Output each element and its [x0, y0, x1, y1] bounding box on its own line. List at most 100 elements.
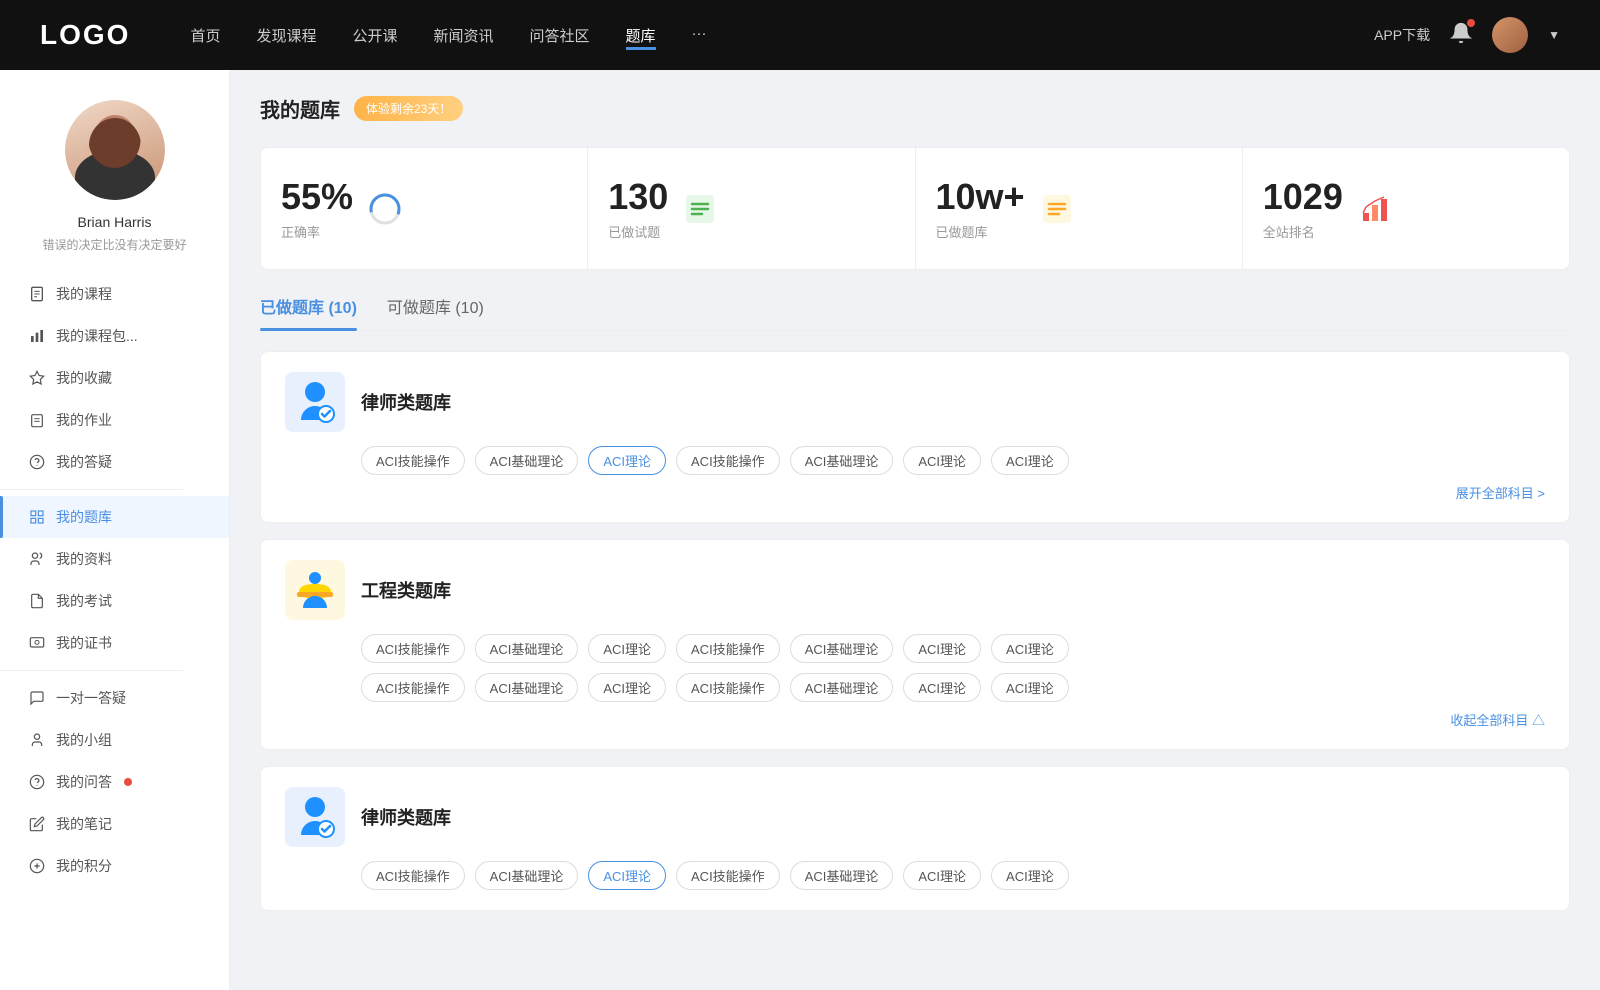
nav-qbank[interactable]: 题库 [626, 21, 656, 50]
sidebar-item-points-label: 我的积分 [56, 856, 112, 876]
sidebar-item-my-qbank[interactable]: 我的题库 [0, 496, 229, 538]
tag-eng-r2-0[interactable]: ACI技能操作 [361, 673, 465, 702]
collapse-engineer[interactable]: 收起全部科目 △ [285, 710, 1545, 729]
page-header: 我的题库 体验剩余23天！ [260, 94, 1570, 123]
sidebar-item-my-qa[interactable]: 我的答疑 [0, 441, 229, 483]
sidebar-item-answers-label: 我的问答 [56, 772, 112, 792]
sidebar-item-homework-label: 我的作业 [56, 410, 112, 430]
list-green-icon [682, 191, 718, 227]
stat-correct-rate-number: 55% [281, 176, 353, 218]
app-download-link[interactable]: APP下载 [1374, 25, 1430, 45]
qbank-card-header-2: 工程类题库 [285, 560, 1545, 620]
sidebar-item-my-answers[interactable]: 我的问答 [0, 761, 229, 803]
tag-lawyer2-5[interactable]: ACI理论 [903, 861, 981, 890]
user-avatar[interactable] [1492, 17, 1528, 53]
qbank-tags-engineer-row1: ACI技能操作 ACI基础理论 ACI理论 ACI技能操作 ACI基础理论 AC… [361, 634, 1545, 663]
tag-eng-r2-2[interactable]: ACI理论 [588, 673, 666, 702]
stat-site-rank-number: 1029 [1263, 176, 1343, 218]
nav-open-course[interactable]: 公开课 [352, 21, 397, 50]
sidebar-item-my-profile[interactable]: 我的资料 [0, 538, 229, 580]
certificate-icon [28, 634, 46, 652]
notes-icon [28, 815, 46, 833]
tag-eng-r2-6[interactable]: ACI理论 [991, 673, 1069, 702]
tag-lawyer2-3[interactable]: ACI技能操作 [676, 861, 780, 890]
tag-eng-r2-5[interactable]: ACI理论 [903, 673, 981, 702]
grid-icon [28, 508, 46, 526]
tag-eng-5[interactable]: ACI理论 [903, 634, 981, 663]
sidebar-item-my-exam[interactable]: 我的考试 [0, 580, 229, 622]
sidebar-item-my-points[interactable]: 我的积分 [0, 845, 229, 887]
tag-eng-6[interactable]: ACI理论 [991, 634, 1069, 663]
tab-done-qbank[interactable]: 已做题库 (10) [260, 294, 357, 330]
sidebar-item-my-course-pkg[interactable]: 我的课程包... [0, 315, 229, 357]
sidebar-item-one-on-one[interactable]: 一对一答疑 [0, 677, 229, 719]
sidebar-item-favorites-label: 我的收藏 [56, 368, 112, 388]
tag-lawyer1-6[interactable]: ACI理论 [991, 446, 1069, 475]
stats-bar: 55% 正确率 130 已做试题 [260, 147, 1570, 270]
navbar: LOGO 首页 发现课程 公开课 新闻资讯 问答社区 题库 ··· APP下载 … [0, 0, 1600, 70]
tag-lawyer1-3[interactable]: ACI技能操作 [676, 446, 780, 475]
expand-lawyer-1[interactable]: 展开全部科目 > [285, 483, 1545, 502]
tag-lawyer1-0[interactable]: ACI技能操作 [361, 446, 465, 475]
qbank-tags-lawyer-2: ACI技能操作 ACI基础理论 ACI理论 ACI技能操作 ACI基础理论 AC… [361, 861, 1545, 890]
sidebar-item-one-on-one-label: 一对一答疑 [56, 688, 126, 708]
sidebar-item-my-homework[interactable]: 我的作业 [0, 399, 229, 441]
qbank-tags-engineer-row2: ACI技能操作 ACI基础理论 ACI理论 ACI技能操作 ACI基础理论 AC… [361, 673, 1545, 702]
sidebar: Brian Harris 错误的决定比没有决定要好 我的课程 我的课程包... … [0, 70, 230, 990]
tab-bar: 已做题库 (10) 可做题库 (10) [260, 294, 1570, 331]
lawyer-icon-1 [285, 372, 345, 432]
bar-chart-icon [28, 327, 46, 345]
tag-lawyer1-4[interactable]: ACI基础理论 [790, 446, 894, 475]
tag-eng-3[interactable]: ACI技能操作 [676, 634, 780, 663]
nav-discover[interactable]: 发现课程 [256, 21, 316, 50]
tag-lawyer2-2[interactable]: ACI理论 [588, 861, 666, 890]
users-icon [28, 731, 46, 749]
notification-dot [1467, 19, 1475, 27]
sidebar-item-my-courses-label: 我的课程 [56, 284, 112, 304]
nav-news[interactable]: 新闻资讯 [434, 21, 494, 50]
sidebar-item-my-cert[interactable]: 我的证书 [0, 622, 229, 664]
lawyer-icon-2 [285, 787, 345, 847]
sidebar-item-my-group[interactable]: 我的小组 [0, 719, 229, 761]
tag-eng-r2-1[interactable]: ACI基础理论 [475, 673, 579, 702]
stat-done-qbank-label: 已做题库 [936, 222, 1025, 241]
tag-lawyer1-5[interactable]: ACI理论 [903, 446, 981, 475]
nav-qa[interactable]: 问答社区 [530, 21, 590, 50]
stat-site-rank-content: 1029 全站排名 [1263, 176, 1343, 241]
nav-home[interactable]: 首页 [190, 21, 220, 50]
tab-available-qbank[interactable]: 可做题库 (10) [387, 294, 484, 330]
user-dropdown-arrow[interactable]: ▼ [1548, 28, 1560, 42]
user-motto: 错误的决定比没有决定要好 [42, 236, 186, 253]
tag-eng-2[interactable]: ACI理论 [588, 634, 666, 663]
tag-eng-0[interactable]: ACI技能操作 [361, 634, 465, 663]
stat-site-rank: 1029 全站排名 [1243, 148, 1569, 269]
stat-done-qbank-content: 10w+ 已做题库 [936, 176, 1025, 241]
tag-eng-r2-3[interactable]: ACI技能操作 [676, 673, 780, 702]
tag-eng-4[interactable]: ACI基础理论 [790, 634, 894, 663]
stat-done-questions-number: 130 [608, 176, 668, 218]
list-yellow-icon [1039, 191, 1075, 227]
tag-eng-1[interactable]: ACI基础理论 [475, 634, 579, 663]
sidebar-item-profile-label: 我的资料 [56, 549, 112, 569]
qbank-tags-lawyer-1: ACI技能操作 ACI基础理论 ACI理论 ACI技能操作 ACI基础理论 AC… [361, 446, 1545, 475]
notification-bell[interactable] [1450, 22, 1472, 49]
sidebar-item-course-pkg-label: 我的课程包... [56, 326, 138, 346]
tag-lawyer2-6[interactable]: ACI理论 [991, 861, 1069, 890]
sidebar-item-my-courses[interactable]: 我的课程 [0, 273, 229, 315]
stat-correct-rate: 55% 正确率 [261, 148, 588, 269]
tag-lawyer2-0[interactable]: ACI技能操作 [361, 861, 465, 890]
trial-badge: 体验剩余23天！ [354, 96, 463, 121]
nav-more[interactable]: ··· [692, 21, 707, 50]
sidebar-divider-2 [0, 670, 183, 671]
page-title: 我的题库 [260, 94, 340, 123]
nav-menu: 首页 发现课程 公开课 新闻资讯 问答社区 题库 ··· [190, 21, 1374, 50]
tag-lawyer1-2[interactable]: ACI理论 [588, 446, 666, 475]
sidebar-item-cert-label: 我的证书 [56, 633, 112, 653]
user-name: Brian Harris [78, 214, 152, 230]
tag-lawyer2-1[interactable]: ACI基础理论 [475, 861, 579, 890]
sidebar-item-my-favorites[interactable]: 我的收藏 [0, 357, 229, 399]
sidebar-item-my-notes[interactable]: 我的笔记 [0, 803, 229, 845]
tag-lawyer1-1[interactable]: ACI基础理论 [475, 446, 579, 475]
tag-lawyer2-4[interactable]: ACI基础理论 [790, 861, 894, 890]
tag-eng-r2-4[interactable]: ACI基础理论 [790, 673, 894, 702]
